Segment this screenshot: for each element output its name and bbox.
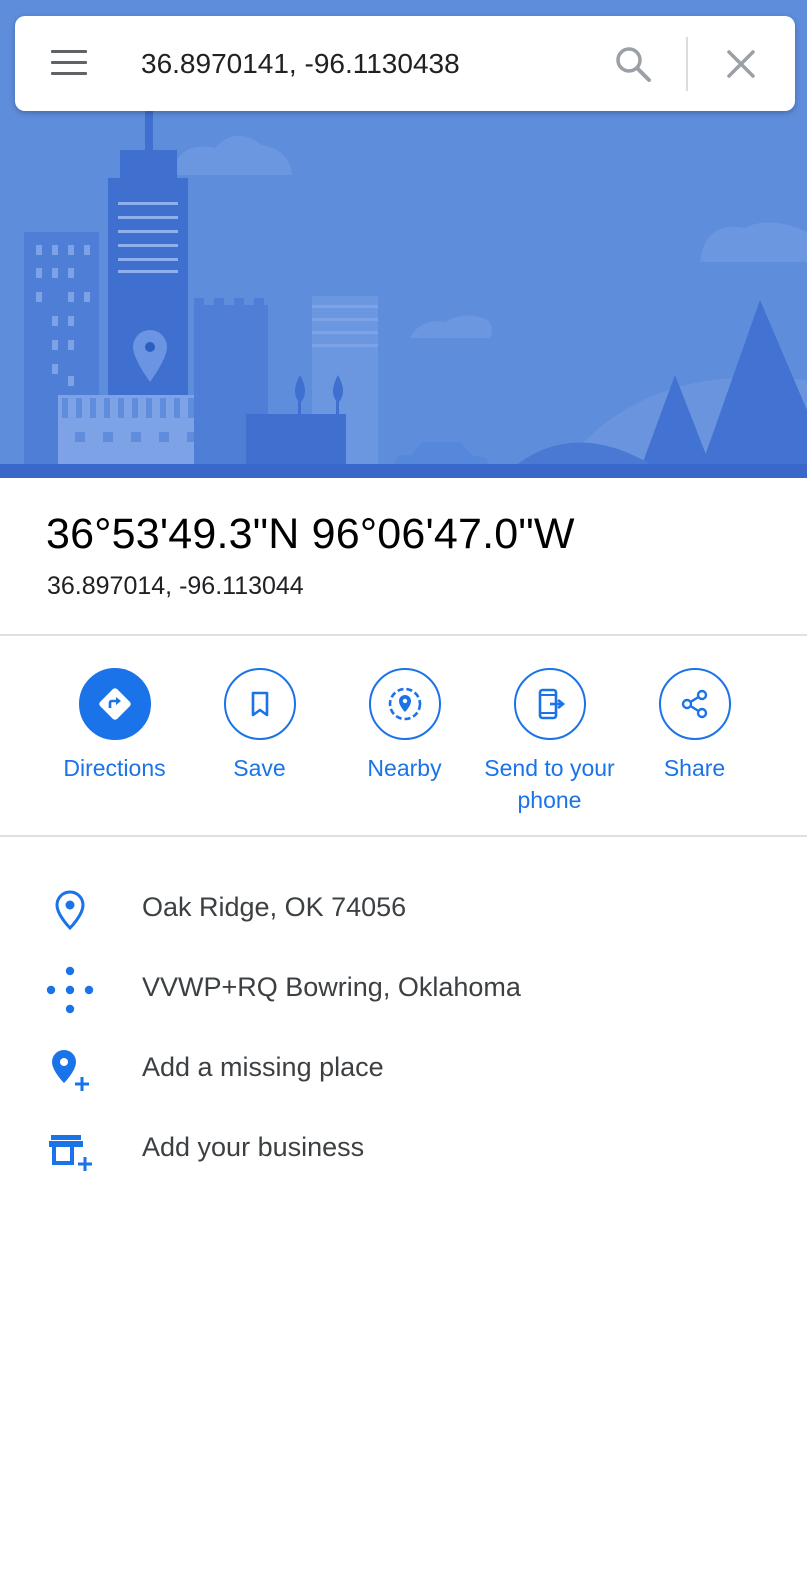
menu-button[interactable] <box>51 50 89 78</box>
search-input[interactable] <box>141 42 581 86</box>
add-business-icon <box>44 1124 96 1176</box>
add-missing-place-row[interactable]: Add a missing place <box>0 1038 807 1098</box>
address-row[interactable]: Oak Ridge, OK 74056 <box>0 878 807 938</box>
directions-icon <box>78 668 151 740</box>
send-to-phone-label: Send to your phone <box>484 755 615 813</box>
close-icon[interactable] <box>721 44 761 84</box>
share-button[interactable]: Share <box>622 668 767 784</box>
menu-icon-line <box>51 50 87 53</box>
address-text: Oak Ridge, OK 74056 <box>142 892 407 922</box>
nearby-label: Nearby <box>367 755 442 781</box>
add-missing-place-text: Add a missing place <box>142 1052 384 1082</box>
share-icon <box>658 668 731 740</box>
place-title: 36°53'49.3"N 96°06'47.0"W <box>46 510 575 558</box>
nearby-icon <box>368 668 441 740</box>
plus-code-row[interactable]: VVWP+RQ Bowring, Oklahoma <box>0 958 807 1018</box>
directions-label: Directions <box>63 755 166 781</box>
plus-code-text: VVWP+RQ Bowring, Oklahoma <box>142 972 521 1002</box>
nearby-button[interactable]: Nearby <box>332 668 477 784</box>
send-to-phone-button[interactable]: Send to your phone <box>477 668 622 816</box>
divider <box>0 835 807 837</box>
divider <box>0 634 807 636</box>
location-pin-icon <box>44 884 96 936</box>
save-label: Save <box>233 755 286 781</box>
add-place-icon <box>44 1044 96 1096</box>
share-label: Share <box>663 755 726 781</box>
search-divider <box>686 37 688 91</box>
search-icon[interactable] <box>613 44 653 84</box>
plus-code-icon <box>44 964 96 1016</box>
add-business-row[interactable]: Add your business <box>0 1118 807 1178</box>
bookmark-icon <box>223 668 296 740</box>
decimal-coordinates: 36.897014, -96.113044 <box>47 572 304 600</box>
save-button[interactable]: Save <box>187 668 332 784</box>
menu-icon-line <box>51 61 87 64</box>
search-bar <box>15 16 795 111</box>
send-to-phone-icon <box>513 668 586 740</box>
directions-button[interactable]: Directions <box>42 668 187 784</box>
menu-icon-line <box>51 72 87 75</box>
add-business-text: Add your business <box>142 1132 365 1162</box>
